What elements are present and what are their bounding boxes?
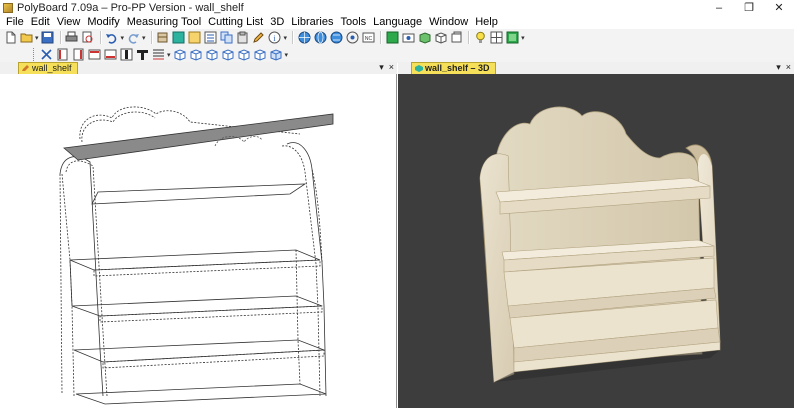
- color-swatch-icon[interactable]: [172, 31, 186, 45]
- menu-window[interactable]: Window: [426, 16, 472, 28]
- view-cube-4-icon[interactable]: [221, 48, 235, 62]
- cube-icon[interactable]: [433, 31, 447, 45]
- toolbar-grip[interactable]: [33, 48, 36, 61]
- view-cube-6-icon[interactable]: [253, 48, 267, 62]
- paste-icon[interactable]: [236, 31, 250, 45]
- tab-wall-shelf-3d-label: wall_shelf – 3D: [425, 63, 490, 73]
- list-icon[interactable]: [204, 31, 218, 45]
- menu-bar: File Edit View Modify Measuring Tool Cut…: [0, 15, 794, 29]
- info-dropdown-icon[interactable]: ▾: [284, 34, 288, 42]
- view-cube-1-icon[interactable]: [173, 48, 187, 62]
- tee-icon[interactable]: [135, 48, 149, 62]
- polyboard-app-icon: [3, 2, 13, 13]
- view-cube-3-icon[interactable]: [205, 48, 219, 62]
- undo-dropdown-icon[interactable]: ▾: [121, 34, 125, 42]
- save-icon[interactable]: [41, 31, 55, 45]
- print-preview-icon[interactable]: [81, 31, 95, 45]
- print-icon[interactable]: [65, 31, 79, 45]
- copy-icon[interactable]: [220, 31, 234, 45]
- view-cube-dropdown-icon[interactable]: ▾: [285, 51, 289, 59]
- camera-icon[interactable]: [401, 31, 415, 45]
- wireframe-viewport[interactable]: [0, 74, 397, 408]
- menu-edit[interactable]: Edit: [28, 16, 54, 28]
- open-file-icon[interactable]: [19, 31, 33, 45]
- lines-icon[interactable]: [151, 48, 165, 62]
- view-cube-2-icon[interactable]: [189, 48, 203, 62]
- green-box-icon[interactable]: [385, 31, 399, 45]
- menu-measuring-tool[interactable]: Measuring Tool: [124, 16, 205, 28]
- left-tab-menu-icon[interactable]: ▾: [379, 62, 384, 74]
- new-file-icon[interactable]: [3, 31, 17, 45]
- menu-3d[interactable]: 3D: [267, 16, 288, 28]
- menu-cutting-list[interactable]: Cutting List: [205, 16, 267, 28]
- panel-right-icon[interactable]: [103, 48, 117, 62]
- panel-back-icon[interactable]: [71, 48, 85, 62]
- minimize-button[interactable]: –: [704, 0, 734, 15]
- right-tab-controls: ▾ ×: [776, 62, 791, 74]
- svg-text:NC: NC: [364, 36, 372, 42]
- globe-icon[interactable]: [313, 31, 327, 45]
- label-icon[interactable]: [345, 31, 359, 45]
- lines-dropdown-icon[interactable]: ▾: [167, 51, 171, 59]
- left-tab-controls: ▾ ×: [379, 62, 394, 74]
- cross-icon[interactable]: [39, 48, 53, 62]
- toolbar-separator: [292, 31, 295, 44]
- redo-dropdown-icon[interactable]: ▾: [142, 34, 146, 42]
- selected-panel[interactable]: [63, 113, 334, 161]
- 3d-shelf-render: [479, 106, 721, 383]
- undo-icon[interactable]: [105, 31, 119, 45]
- world-icon[interactable]: [297, 31, 311, 45]
- toolbar-separator: [468, 31, 471, 44]
- wireframe-shelf-drawing: [59, 106, 334, 405]
- tab-wall-shelf-label: wall_shelf: [32, 63, 72, 73]
- view-cube-7-icon[interactable]: [269, 48, 283, 62]
- menu-libraries[interactable]: Libraries: [288, 16, 337, 28]
- globe-alt-icon[interactable]: [329, 31, 343, 45]
- left-tab-strip: wall_shelf ▾ ×: [0, 62, 397, 74]
- open-dropdown-icon[interactable]: ▾: [35, 34, 39, 42]
- toolbar-separator: [380, 31, 383, 44]
- restore-button[interactable]: ❐: [734, 0, 764, 15]
- view-cube-5-icon[interactable]: [237, 48, 251, 62]
- toolbar-separator: [99, 31, 102, 44]
- material-icon[interactable]: [188, 31, 202, 45]
- info-icon[interactable]: i: [268, 31, 282, 45]
- main-toolbar: ▾ ▾ ▾ i ▾ NC ▾: [0, 29, 794, 46]
- right-tab-menu-icon[interactable]: ▾: [776, 62, 781, 74]
- right-tab-close-icon[interactable]: ×: [786, 62, 791, 74]
- view-dropdown-icon[interactable]: ▾: [521, 34, 525, 42]
- 3d-viewport[interactable]: [398, 74, 794, 408]
- right-tab-strip: wall_shelf – 3D ▾ ×: [398, 62, 794, 74]
- toolbar-separator: [59, 31, 62, 44]
- menu-file[interactable]: File: [3, 16, 28, 28]
- menu-modify[interactable]: Modify: [84, 16, 123, 28]
- toolbar-separator: [150, 31, 153, 44]
- panel-left-icon[interactable]: [87, 48, 101, 62]
- panel-center-icon[interactable]: [119, 48, 133, 62]
- left-tab-close-icon[interactable]: ×: [389, 62, 394, 74]
- pencil-tab-icon: [22, 65, 29, 71]
- menu-view[interactable]: View: [54, 16, 85, 28]
- menu-tools[interactable]: Tools: [337, 16, 370, 28]
- tab-wall-shelf[interactable]: wall_shelf: [18, 62, 78, 74]
- menu-help[interactable]: Help: [472, 16, 502, 28]
- active-view-icon[interactable]: [505, 31, 519, 45]
- panel-front-icon[interactable]: [55, 48, 69, 62]
- close-button[interactable]: ✕: [764, 0, 794, 15]
- green-cube-icon[interactable]: [417, 31, 431, 45]
- window-controls: – ❐ ✕: [704, 0, 794, 15]
- tab-wall-shelf-3d[interactable]: wall_shelf – 3D: [411, 62, 496, 74]
- menu-language[interactable]: Language: [370, 16, 426, 28]
- title-bar: PolyBoard 7.09a – Pro-PP Version - wall_…: [0, 0, 794, 15]
- pencil-icon[interactable]: [252, 31, 266, 45]
- cube-tab-icon: [415, 65, 423, 72]
- box-icon[interactable]: [449, 31, 463, 45]
- window-title: PolyBoard 7.09a – Pro-PP Version - wall_…: [17, 1, 244, 14]
- panel-toolbar: ▾ ▾: [0, 46, 794, 63]
- export-icon[interactable]: NC: [361, 31, 375, 45]
- lightbulb-icon[interactable]: [473, 31, 487, 45]
- redo-icon[interactable]: [126, 31, 140, 45]
- grid-icon[interactable]: [489, 31, 503, 45]
- cabinet-icon[interactable]: [156, 31, 170, 45]
